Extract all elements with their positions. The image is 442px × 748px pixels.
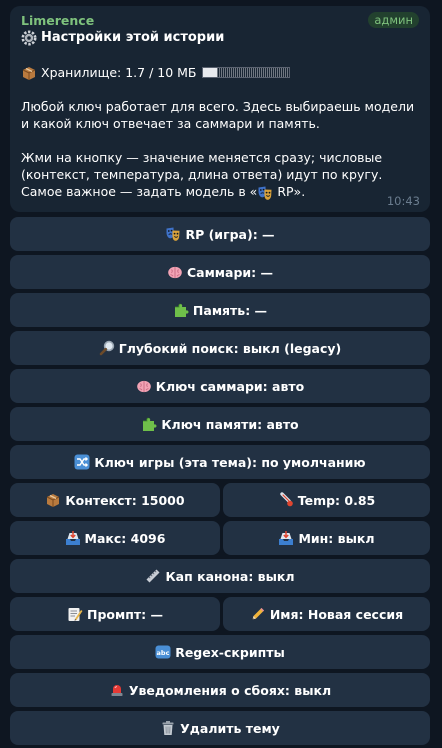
storage-progress-bar	[201, 67, 290, 78]
inbox-tray-icon	[65, 530, 81, 546]
inbox-tray-icon	[278, 530, 294, 546]
canon-cap-label: Кап канона: выкл	[165, 568, 295, 584]
paragraph-2-text-b: RP».	[273, 184, 306, 199]
summary-model-label: Саммари: —	[186, 264, 274, 280]
message-paragraph-2-line-1: Жми на кнопку — значение меняется сразу;…	[21, 150, 383, 182]
trash-icon	[160, 720, 176, 736]
memory-model-button[interactable]: Память: —	[10, 293, 430, 327]
min-tokens-button[interactable]: Мин: выкл	[223, 521, 430, 555]
ruler-icon	[145, 568, 161, 584]
message-bubble: Limerence админ Настройки этой истории Х…	[10, 6, 430, 212]
memory-key-button[interactable]: Ключ памяти: авто	[10, 407, 430, 441]
failure-notify-label: Уведомления о сбоях: выкл	[128, 682, 332, 698]
message-paragraph-2-line-2: Самое важное — задать модель в « RP».	[21, 183, 419, 201]
siren-icon	[109, 682, 125, 698]
summary-key-label: Ключ саммари: авто	[155, 378, 305, 394]
memo-icon	[67, 606, 83, 622]
memory-model-label: Память: —	[192, 302, 268, 318]
magnifier-icon	[99, 340, 115, 356]
abc-icon: abc	[155, 644, 171, 660]
prompt-label: Промпт: —	[87, 606, 163, 622]
pencil-icon	[250, 606, 266, 622]
thermometer-icon	[278, 492, 294, 508]
puzzle-icon	[141, 416, 157, 432]
puzzle-icon	[173, 302, 189, 318]
chat-view: Limerence админ Настройки этой истории Х…	[0, 0, 442, 748]
rp-model-button[interactable]: RP (игра): —	[10, 217, 430, 251]
delete-topic-label: Удалить тему	[180, 720, 280, 736]
package-icon	[21, 65, 37, 81]
session-name-label: Имя: Новая сессия	[269, 606, 404, 622]
context-label: Контекст: 15000	[65, 492, 185, 508]
brain-icon	[167, 264, 183, 280]
message-title: Настройки этой истории	[41, 30, 225, 45]
min-tokens-label: Мин: выкл	[298, 530, 375, 546]
paragraph-2-text-a: Самое важное — задать модель в «	[21, 184, 258, 199]
rp-model-label: RP (игра): —	[185, 226, 275, 242]
storage-row: Хранилище: 1.7 / 10 МБ	[21, 64, 419, 81]
theater-masks-icon	[257, 185, 273, 201]
message-title-row: Настройки этой истории	[21, 29, 419, 47]
summary-key-button[interactable]: Ключ саммари: авто	[10, 369, 430, 403]
package-icon	[45, 492, 61, 508]
deep-search-label: Глубокий поиск: выкл (legacy)	[118, 340, 342, 356]
brain-icon	[136, 378, 152, 394]
message-paragraph-1: Любой ключ работает для всего. Здесь выб…	[21, 99, 415, 131]
max-tokens-label: Макс: 4096	[84, 530, 166, 546]
gear-icon	[21, 30, 37, 46]
game-key-label: Ключ игры (эта тема): по умолчанию	[94, 454, 366, 470]
storage-progress-fill	[202, 68, 218, 77]
theater-masks-icon	[165, 226, 181, 242]
sender-name[interactable]: Limerence	[21, 13, 94, 28]
regex-scripts-label: Regex-скрипты	[175, 644, 285, 660]
memory-key-label: Ключ памяти: авто	[161, 416, 299, 432]
session-name-button[interactable]: Имя: Новая сессия	[223, 597, 430, 631]
storage-label: Хранилище: 1.7 / 10 МБ	[41, 65, 197, 80]
canon-cap-button[interactable]: Кап канона: выкл	[10, 559, 430, 593]
message-time: 10:43	[386, 194, 420, 208]
message-header: Limerence админ	[21, 11, 419, 29]
deep-search-button[interactable]: Глубокий поиск: выкл (legacy)	[10, 331, 430, 365]
prompt-button[interactable]: Промпт: —	[10, 597, 220, 631]
temp-label: Temp: 0.85	[297, 492, 376, 508]
shuffle-icon	[74, 454, 90, 470]
temp-button[interactable]: Temp: 0.85	[223, 483, 430, 517]
context-button[interactable]: Контекст: 15000	[10, 483, 220, 517]
summary-model-button[interactable]: Саммари: —	[10, 255, 430, 289]
game-key-button[interactable]: Ключ игры (эта тема): по умолчанию	[10, 445, 430, 479]
max-tokens-button[interactable]: Макс: 4096	[10, 521, 220, 555]
regex-scripts-button[interactable]: abc Regex-скрипты	[10, 635, 430, 669]
delete-topic-button[interactable]: Удалить тему	[10, 711, 430, 745]
svg-text:abc: abc	[157, 649, 170, 657]
failure-notify-button[interactable]: Уведомления о сбоях: выкл	[10, 673, 430, 707]
admin-badge: админ	[368, 12, 419, 28]
